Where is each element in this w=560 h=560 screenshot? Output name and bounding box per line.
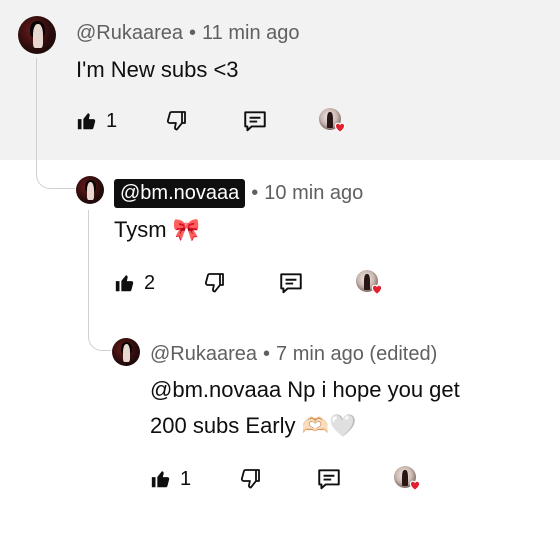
thumbs-up-icon [77,113,96,130]
avatar[interactable] [76,176,104,204]
heart-icon [334,122,346,133]
comment-author[interactable]: @Rukaarea [150,343,257,365]
ribbon-emoji: 🎀 [172,218,201,243]
reply-button[interactable] [316,464,342,494]
reply-button[interactable] [242,106,268,136]
like-button[interactable]: 1 [150,464,191,494]
comment-text: Tysm 🎀 [114,217,201,243]
thread-connector-line [88,210,111,351]
creator-heart-badge [319,106,351,136]
thumbs-down-icon [204,273,224,293]
thumbs-up-icon [151,471,170,488]
comment-time: 11 min ago [202,22,300,44]
comment-actions: 1 [150,464,450,494]
creator-heart-badge [356,268,388,298]
like-button[interactable]: 1 [76,106,117,136]
heart-icon [371,284,383,295]
like-count: 1 [106,109,118,132]
thread-connector-line [36,58,75,189]
reply-comment-icon [280,273,302,294]
comment-meta: @bm.novaaa • 10 min ago [114,179,364,208]
comment-actions: 2 [114,268,414,298]
comment-author-highlighted[interactable]: @bm.novaaa [114,179,246,208]
dislike-button[interactable] [238,464,262,494]
comment-meta: @Rukaarea • 11 min ago [76,22,300,44]
reply-comment-icon [244,111,266,132]
like-count: 1 [180,467,192,490]
dislike-button[interactable] [164,106,188,136]
comment-time: 10 min ago [264,182,364,204]
like-button[interactable]: 2 [114,268,155,298]
dislike-button[interactable] [202,268,226,298]
comment-time: 7 min ago (edited) [276,343,438,365]
comment-author[interactable]: @Rukaarea [76,22,183,44]
comment-text: @bm.novaaa Np i hope you get 200 subs Ea… [150,372,460,445]
thumbs-up-icon [115,275,134,292]
comment-text: I'm New subs <3 [76,57,239,82]
reply-button[interactable] [278,268,304,298]
creator-heart-badge [394,464,426,494]
heart-icon [409,480,421,491]
thumbs-down-icon [240,469,260,489]
avatar[interactable] [112,338,140,366]
comment-text-line: @bm.novaaa Np i hope you get [150,377,460,402]
comment-meta: @Rukaarea • 7 min ago (edited) [150,343,438,365]
thumbs-down-icon [166,111,186,131]
avatar[interactable] [18,16,56,54]
comment-text-line: 200 subs Early 🫶🏻🤍 [150,413,357,439]
heart-hands-emoji: 🫶🏻🤍 [301,414,357,439]
comment-actions: 1 [76,106,376,136]
reply-comment-icon [318,469,340,490]
like-count: 2 [144,271,156,294]
